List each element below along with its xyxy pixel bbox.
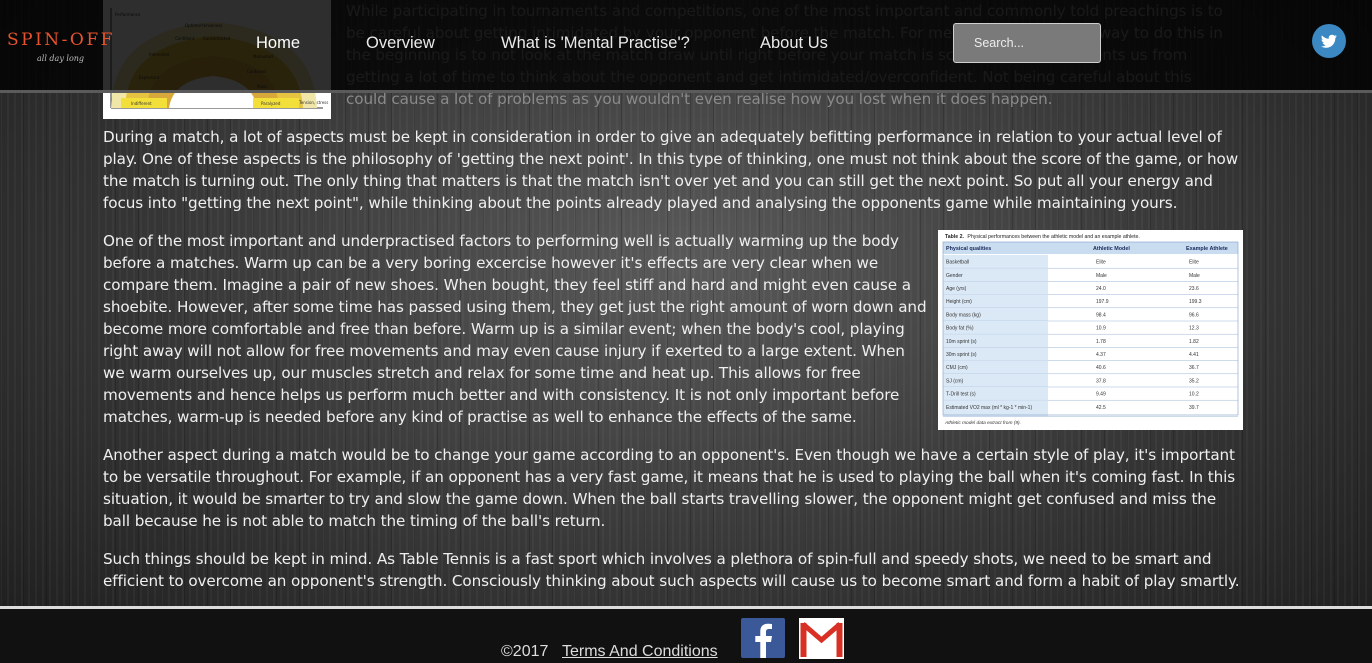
table-header-cell: Physical qualities: [946, 246, 991, 252]
site-logo[interactable]: Spin-Off all day long: [7, 30, 127, 63]
table-cell: Body mass (kg): [946, 312, 981, 318]
table-header-cell: Athletic Model: [1093, 246, 1130, 252]
table-cell: 39.7: [1189, 405, 1199, 411]
table-cell: 24.0: [1096, 286, 1106, 292]
table-cell: Elite: [1189, 260, 1199, 266]
table-cell: 197.9: [1096, 299, 1109, 305]
logo-title: Spin-Off: [7, 30, 115, 50]
table-cell: 1.78: [1096, 339, 1106, 345]
nav-about-us[interactable]: About Us: [760, 34, 828, 53]
logo-tagline: all day long: [37, 54, 85, 63]
article-adapt-paragraph: Another aspect during a match would be t…: [103, 446, 1236, 530]
table-cell: 36.7: [1189, 365, 1199, 371]
table-cell: 35.2: [1189, 378, 1199, 384]
table-caption: Physical performances between the athlet…: [967, 234, 1139, 240]
table-cell: 10m sprint (s): [946, 339, 977, 345]
table-cell: 10.2: [1189, 392, 1199, 398]
table-cell: Age (yrs): [946, 286, 967, 292]
table-cell: 199.3: [1189, 299, 1202, 305]
table-cell: Male: [1189, 273, 1200, 279]
nav-overview[interactable]: Overview: [366, 34, 435, 53]
article-match-paragraph: During a match, a lot of aspects must be…: [103, 128, 1239, 212]
table-cell: Male: [1096, 273, 1107, 279]
table-cell: 1.82: [1189, 339, 1199, 345]
table-cell: 98.4: [1096, 312, 1106, 318]
table-cell: Elite: [1096, 260, 1106, 266]
table-caption-bold: Table 2.: [945, 234, 964, 240]
terms-link[interactable]: Terms And Conditions: [562, 643, 718, 661]
nav-home[interactable]: Home: [256, 34, 300, 53]
nav-mental-practise[interactable]: What is 'Mental Practise'?: [501, 34, 690, 53]
table-cell: 40.6: [1096, 365, 1106, 371]
twitter-icon[interactable]: [1312, 24, 1346, 58]
table-cell: 9.49: [1096, 392, 1106, 398]
table-cell: Estimated VO2 max (ml * kg-1 * min-1): [946, 405, 1032, 411]
table-cell: CMJ (cm): [946, 365, 968, 371]
copyright-text: ©2017: [501, 643, 549, 660]
table-cell: Basketball: [946, 260, 969, 266]
table-cell: Body fat (%): [946, 326, 974, 332]
table-cell: 4.41: [1189, 352, 1199, 358]
table-cell: 30m sprint (s): [946, 352, 977, 358]
table-footnote: Athletic model data extract from (9).: [944, 420, 1021, 426]
table-cell: Gender: [946, 273, 963, 279]
table-cell: 10.9: [1096, 326, 1106, 332]
facebook-icon[interactable]: [741, 618, 785, 658]
top-navbar: Spin-Off all day long Home Overview What…: [0, 0, 1372, 93]
table-cell: 4.37: [1096, 352, 1106, 358]
article-mind-paragraph: Such things should be kept in mind. As T…: [103, 550, 1240, 590]
table-header-cell: Example Athlete: [1186, 246, 1228, 252]
table-cell: 12.3: [1189, 326, 1199, 332]
article-warmup-paragraph: One of the most important and underpract…: [103, 232, 927, 426]
table-cell: T-Drill test (s): [946, 392, 976, 398]
svg-text:Table 2. Physical perf: Table 2. Physical performances between t…: [945, 234, 1140, 240]
footer: ©2017 Terms And Conditions: [0, 609, 1372, 663]
chart-x-label: Tension, stress: [298, 100, 328, 105]
chart-label: Paralyzed: [261, 101, 281, 106]
table-cell: SJ (cm): [946, 378, 964, 384]
physical-performance-table-image: Table 2. Physical performances between t…: [938, 230, 1243, 430]
table-cell: 37.8: [1096, 378, 1106, 384]
table-cell: 23.6: [1189, 286, 1199, 292]
table-cell: Height (cm): [946, 299, 972, 305]
table-cell: 42.5: [1096, 405, 1106, 411]
gmail-icon[interactable]: [799, 618, 844, 659]
search-input[interactable]: [953, 23, 1101, 63]
table-cell: 96.6: [1189, 312, 1199, 318]
chart-label: Indifferent: [131, 101, 152, 106]
